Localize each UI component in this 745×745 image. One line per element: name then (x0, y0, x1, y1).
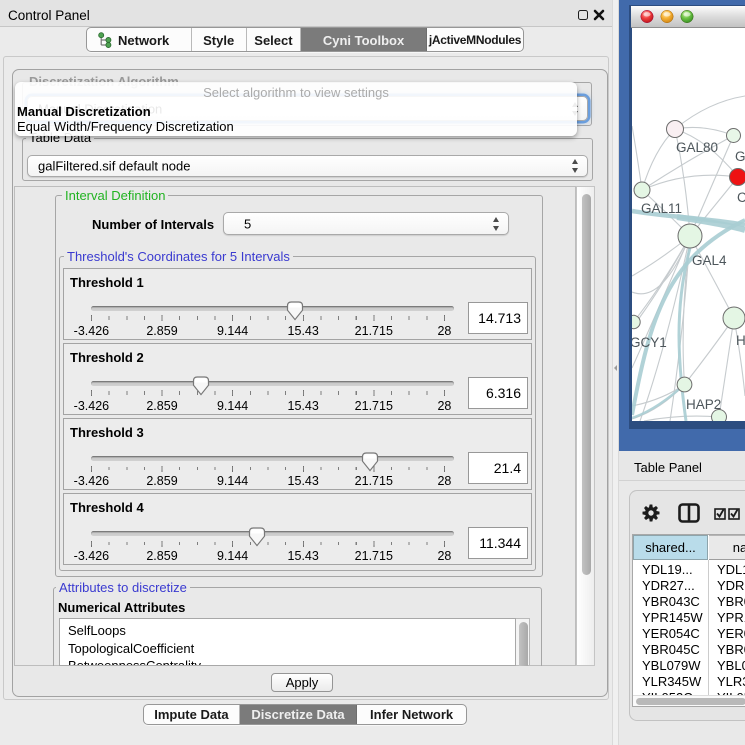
svg-text:GCY1: GCY1 (632, 335, 667, 350)
svg-text:GAL80: GAL80 (676, 140, 718, 155)
svg-text:GA: GA (735, 149, 745, 164)
svg-text:GAL11: GAL11 (641, 201, 682, 216)
svg-text:HAP2: HAP2 (686, 397, 721, 412)
svg-text:CY: CY (737, 190, 745, 205)
svg-text:GAL4: GAL4 (692, 253, 727, 268)
svg-text:H: H (736, 333, 745, 348)
